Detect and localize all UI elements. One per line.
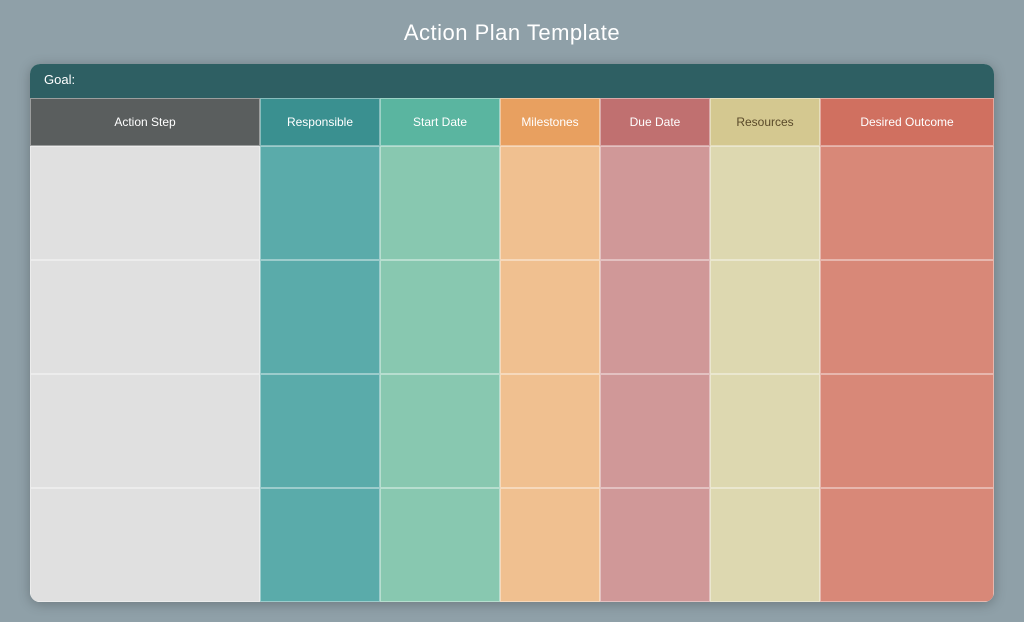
page-wrapper: Action Plan Template Goal: Action StepRe… [0, 0, 1024, 622]
table-row[interactable] [30, 260, 994, 374]
header-desired: Desired Outcome [820, 98, 994, 146]
header-res: Resources [710, 98, 820, 146]
cell-desired-2[interactable] [820, 374, 994, 488]
cell-mile-1[interactable] [500, 260, 600, 374]
data-rows [30, 146, 994, 602]
cell-action-0[interactable] [30, 146, 260, 260]
table-row[interactable] [30, 488, 994, 602]
cell-res-0[interactable] [710, 146, 820, 260]
header-start: Start Date [380, 98, 500, 146]
cell-due-0[interactable] [600, 146, 710, 260]
table-container: Goal: Action StepResponsibleStart DateMi… [30, 64, 994, 602]
header-due: Due Date [600, 98, 710, 146]
header-mile: Milestones [500, 98, 600, 146]
cell-res-2[interactable] [710, 374, 820, 488]
cell-resp-0[interactable] [260, 146, 380, 260]
cell-due-1[interactable] [600, 260, 710, 374]
grid-table: Action StepResponsibleStart DateMileston… [30, 98, 994, 602]
cell-res-3[interactable] [710, 488, 820, 602]
cell-action-3[interactable] [30, 488, 260, 602]
header-action: Action Step [30, 98, 260, 146]
cell-start-2[interactable] [380, 374, 500, 488]
cell-resp-3[interactable] [260, 488, 380, 602]
cell-desired-1[interactable] [820, 260, 994, 374]
cell-start-3[interactable] [380, 488, 500, 602]
cell-desired-3[interactable] [820, 488, 994, 602]
cell-res-1[interactable] [710, 260, 820, 374]
cell-mile-3[interactable] [500, 488, 600, 602]
cell-start-1[interactable] [380, 260, 500, 374]
cell-action-2[interactable] [30, 374, 260, 488]
cell-start-0[interactable] [380, 146, 500, 260]
cell-desired-0[interactable] [820, 146, 994, 260]
table-row[interactable] [30, 374, 994, 488]
cell-resp-1[interactable] [260, 260, 380, 374]
cell-mile-2[interactable] [500, 374, 600, 488]
cell-due-3[interactable] [600, 488, 710, 602]
cell-mile-0[interactable] [500, 146, 600, 260]
page-title: Action Plan Template [404, 20, 620, 46]
header-resp: Responsible [260, 98, 380, 146]
cell-resp-2[interactable] [260, 374, 380, 488]
cell-action-1[interactable] [30, 260, 260, 374]
table-row[interactable] [30, 146, 994, 260]
header-row: Action StepResponsibleStart DateMileston… [30, 98, 994, 146]
cell-due-2[interactable] [600, 374, 710, 488]
goal-bar: Goal: [30, 64, 994, 98]
